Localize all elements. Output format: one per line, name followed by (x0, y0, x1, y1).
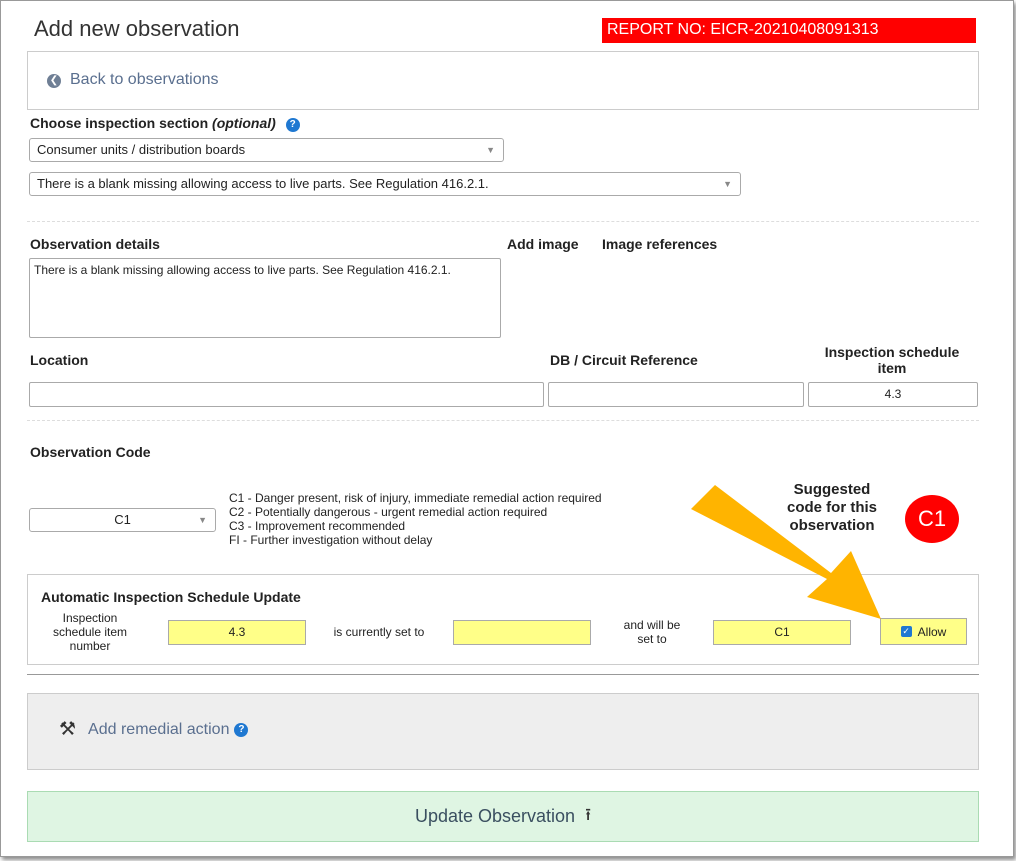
currently-set-label: is currently set to (333, 625, 425, 639)
db-circuit-label: DB / Circuit Reference (550, 352, 698, 368)
circle-arrow-left-icon: ❮ (47, 73, 61, 88)
report-number-badge: REPORT NO: EICR-20210408091313 (602, 18, 976, 43)
help-icon[interactable]: ? (234, 722, 249, 737)
observation-code-label: Observation Code (30, 444, 151, 460)
divider (27, 221, 979, 222)
back-to-observations-link[interactable]: ❮ Back to observations (47, 71, 219, 89)
dropdown-arrow-icon: ▼ (723, 179, 732, 189)
pointer-arrow-icon (691, 485, 881, 619)
update-observation-button[interactable]: Update Observation ⭱ (27, 791, 979, 842)
observation-template-value: There is a blank missing allowing access… (37, 176, 489, 191)
code-description-c1: C1 - Danger present, risk of injury, imm… (229, 491, 602, 505)
auto-update-title: Automatic Inspection Schedule Update (41, 589, 301, 605)
will-be-set-label: and will be set to (623, 618, 681, 646)
section-select[interactable]: Consumer units / distribution boards ▼ (29, 138, 504, 162)
code-description-fi: FI - Further investigation without delay (229, 533, 433, 547)
add-remedial-action-link[interactable]: ⚒ Add remedial action ? (59, 718, 249, 741)
observation-code-select[interactable]: C1 ▼ (29, 508, 216, 532)
section-select-value: Consumer units / distribution boards (37, 142, 246, 157)
observation-code-value: C1 (114, 512, 131, 527)
dropdown-arrow-icon: ▼ (486, 145, 495, 155)
section-label-text: Choose inspection section (30, 115, 209, 131)
divider (27, 420, 979, 421)
suggested-code-badge: C1 (905, 495, 959, 543)
observation-template-select[interactable]: There is a blank missing allowing access… (29, 172, 741, 196)
observation-form: Add new observation REPORT NO: EICR-2021… (0, 0, 1014, 857)
code-descriptions: C1 - Danger present, risk of injury, imm… (229, 491, 602, 547)
location-label: Location (30, 352, 89, 368)
upload-icon: ⭱ (585, 805, 592, 824)
tools-icon: ⚒ (59, 719, 77, 740)
db-circuit-input[interactable] (548, 382, 804, 407)
current-value-field[interactable] (453, 620, 591, 645)
dropdown-arrow-icon: ▼ (198, 515, 207, 525)
observation-details-textarea[interactable]: There is a blank missing allowing access… (29, 258, 501, 338)
schedule-item-label: Inspection schedule item (824, 344, 960, 376)
help-icon[interactable]: ? (285, 117, 300, 132)
page-title: Add new observation (34, 16, 240, 41)
schedule-item-number-label: Inspection schedule item number (52, 611, 128, 653)
location-input[interactable] (29, 382, 544, 407)
back-link-label: Back to observations (70, 71, 219, 88)
details-label: Observation details (30, 236, 160, 252)
code-description-c3: C3 - Improvement recommended (229, 519, 406, 533)
allow-label: Allow (917, 624, 947, 639)
update-button-label: Update Observation (414, 806, 576, 826)
code-description-c2: C2 - Potentially dangerous - urgent reme… (229, 505, 548, 519)
checkbox-checked-icon[interactable]: ✓ (900, 626, 912, 637)
schedule-item-input[interactable]: 4.3 (808, 382, 978, 407)
divider (27, 674, 979, 675)
schedule-item-number-field[interactable]: 4.3 (168, 620, 306, 645)
add-image-label[interactable]: Add image (507, 236, 579, 252)
image-references-label: Image references (602, 236, 718, 252)
remedial-label: Add remedial action (88, 720, 230, 738)
section-optional-text: (optional) (212, 115, 276, 131)
arrow-annotation (691, 485, 881, 619)
section-label: Choose inspection section (optional) ? (30, 115, 300, 132)
